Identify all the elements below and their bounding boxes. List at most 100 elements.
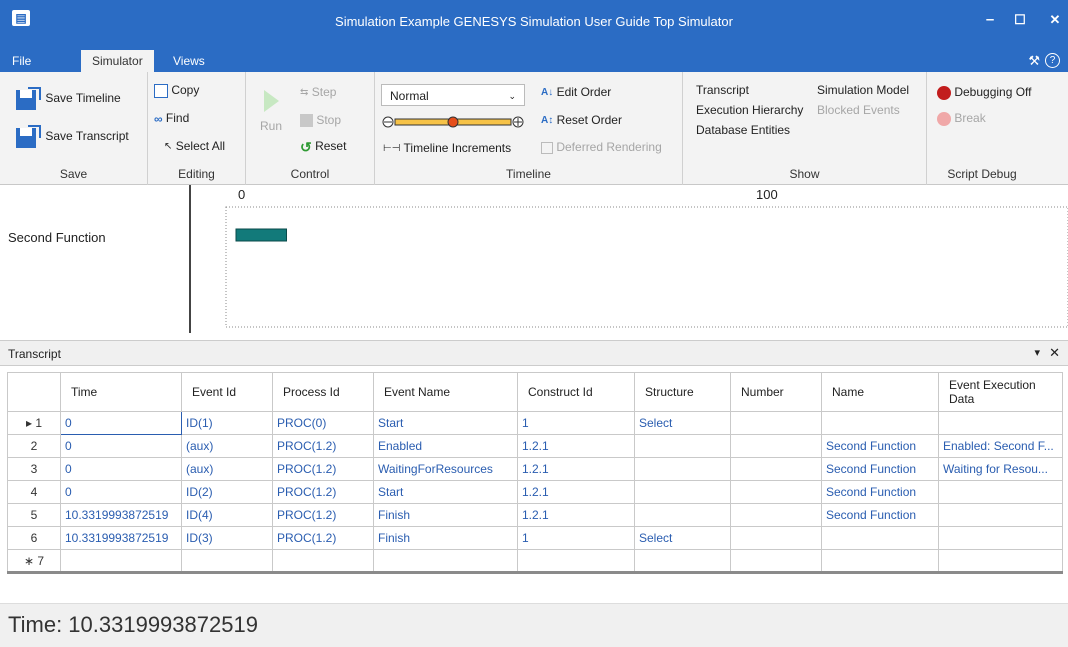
- cell-construct-id[interactable]: 1: [517, 411, 635, 435]
- cell-name[interactable]: [821, 549, 939, 573]
- cell-event-name[interactable]: Enabled: [373, 434, 518, 458]
- cell-number[interactable]: [730, 457, 822, 481]
- cell-structure[interactable]: [634, 503, 731, 527]
- find-button[interactable]: ∞ Find: [154, 110, 189, 127]
- row-header[interactable]: 6: [7, 526, 61, 550]
- column-header[interactable]: Process Id: [272, 372, 374, 412]
- cell-structure[interactable]: Select: [634, 411, 731, 435]
- select-all-button[interactable]: ↖ Select All: [164, 138, 225, 155]
- cell-name[interactable]: Second Function: [821, 480, 939, 504]
- row-header[interactable]: ∗ 7: [7, 549, 61, 573]
- cell-event-name[interactable]: Start: [373, 411, 518, 435]
- cell-name[interactable]: Second Function: [821, 503, 939, 527]
- row-header[interactable]: 4: [7, 480, 61, 504]
- cell-event-name[interactable]: [373, 549, 518, 573]
- cell-construct-id[interactable]: 1: [517, 526, 635, 550]
- step-button[interactable]: ⇆ Step: [300, 84, 336, 101]
- cell-time[interactable]: 0: [60, 434, 182, 458]
- cell-event-id[interactable]: ID(2): [181, 480, 273, 504]
- column-header[interactable]: Name: [821, 372, 939, 412]
- column-header[interactable]: Event Execution Data: [938, 372, 1063, 412]
- cell-number[interactable]: [730, 503, 822, 527]
- copy-button[interactable]: Copy: [154, 82, 199, 98]
- cell-process-id[interactable]: PROC(1.2): [272, 480, 374, 504]
- cell-time[interactable]: 0: [60, 480, 182, 504]
- cell-construct-id[interactable]: 1.2.1: [517, 457, 635, 481]
- column-header[interactable]: Structure: [634, 372, 731, 412]
- tab-views[interactable]: Views: [162, 50, 216, 72]
- cell-event-name[interactable]: Finish: [373, 503, 518, 527]
- debugging-toggle-button[interactable]: Debugging Off: [937, 84, 1032, 100]
- cell-process-id[interactable]: PROC(1.2): [272, 434, 374, 458]
- cell-process-id[interactable]: PROC(1.2): [272, 457, 374, 481]
- cell-exec[interactable]: [938, 503, 1063, 527]
- table-row[interactable]: ▸ 1 0 ID(1) PROC(0) Start 1 Select: [7, 411, 1063, 435]
- speed-slider[interactable]: [381, 114, 525, 130]
- cell-number[interactable]: [730, 434, 822, 458]
- transcript-close-icon[interactable]: ✕: [1049, 345, 1060, 361]
- maximize-button[interactable]: ☐: [1005, 9, 1035, 31]
- second-function-bar[interactable]: [235, 228, 288, 242]
- tab-file[interactable]: File: [1, 50, 42, 72]
- cell-number[interactable]: [730, 549, 822, 573]
- edit-order-button[interactable]: A↓ Edit Order: [541, 84, 611, 101]
- cell-time[interactable]: 0: [60, 411, 182, 435]
- cell-structure[interactable]: [634, 457, 731, 481]
- cell-time[interactable]: 10.3319993872519: [60, 503, 182, 527]
- cell-structure[interactable]: [634, 480, 731, 504]
- cell-event-name[interactable]: Start: [373, 480, 518, 504]
- cell-time[interactable]: 0: [60, 457, 182, 481]
- cell-number[interactable]: [730, 526, 822, 550]
- cell-event-name[interactable]: Finish: [373, 526, 518, 550]
- column-header[interactable]: Construct Id: [517, 372, 635, 412]
- dropdown-icon[interactable]: ▾: [1034, 346, 1040, 359]
- table-row[interactable]: 5 10.3319993872519 ID(4) PROC(1.2) Finish 1.2…: [7, 503, 1063, 527]
- slider-thumb[interactable]: [447, 116, 459, 128]
- cell-event-id[interactable]: ID(4): [181, 503, 273, 527]
- cell-exec[interactable]: Waiting for Resou...: [938, 457, 1063, 481]
- cell-construct-id[interactable]: 1.2.1: [517, 434, 635, 458]
- cell-structure[interactable]: [634, 549, 731, 573]
- cell-event-id[interactable]: [181, 549, 273, 573]
- cell-process-id[interactable]: [272, 549, 374, 573]
- cell-process-id[interactable]: PROC(1.2): [272, 503, 374, 527]
- cell-name[interactable]: [821, 526, 939, 550]
- break-button[interactable]: Break: [937, 110, 986, 126]
- column-header[interactable]: Event Id: [181, 372, 273, 412]
- cell-exec[interactable]: Enabled: Second F...: [938, 434, 1063, 458]
- cell-number[interactable]: [730, 480, 822, 504]
- stop-button[interactable]: Stop: [300, 112, 341, 128]
- cell-process-id[interactable]: PROC(0): [272, 411, 374, 435]
- save-transcript-button[interactable]: Save Transcript: [14, 124, 129, 150]
- table-row[interactable]: 2 0 (aux) PROC(1.2) Enabled 1.2.1 Second Funct…: [7, 434, 1063, 458]
- table-row[interactable]: 6 10.3319993872519 ID(3) PROC(1.2) Finish 1 Se…: [7, 526, 1063, 550]
- cell-event-id[interactable]: ID(3): [181, 526, 273, 550]
- column-header[interactable]: Time: [60, 372, 182, 412]
- cell-exec[interactable]: [938, 549, 1063, 573]
- show-transcript-button[interactable]: Transcript: [696, 82, 749, 98]
- cell-name[interactable]: Second Function: [821, 434, 939, 458]
- cell-structure[interactable]: Select: [634, 526, 731, 550]
- cell-event-id[interactable]: ID(1): [181, 411, 273, 435]
- run-button[interactable]: Run: [260, 88, 282, 134]
- close-button[interactable]: ✕: [1040, 9, 1068, 31]
- cell-construct-id[interactable]: 1.2.1: [517, 503, 635, 527]
- cell-name[interactable]: Second Function: [821, 457, 939, 481]
- cell-exec[interactable]: [938, 480, 1063, 504]
- table-row[interactable]: 3 0 (aux) PROC(1.2) WaitingForResources 1.2.1…: [7, 457, 1063, 481]
- column-header[interactable]: Number: [730, 372, 822, 412]
- save-timeline-button[interactable]: Save Timeline: [14, 86, 121, 112]
- table-row[interactable]: ∗ 7: [7, 549, 1063, 573]
- cell-construct-id[interactable]: 1.2.1: [517, 480, 635, 504]
- cell-exec[interactable]: [938, 526, 1063, 550]
- show-database-entities-button[interactable]: Database Entities: [696, 122, 790, 138]
- table-row[interactable]: 4 0 ID(2) PROC(1.2) Start 1.2.1 Second Functio…: [7, 480, 1063, 504]
- row-header[interactable]: ▸ 1: [7, 411, 61, 435]
- minimize-button[interactable]: –: [975, 9, 1005, 31]
- pin-ribbon-icon[interactable]: ⚒: [1028, 53, 1040, 69]
- cell-construct-id[interactable]: [517, 549, 635, 573]
- timeline-increments-button[interactable]: ⊢⊣ Timeline Increments: [383, 140, 511, 157]
- deferred-rendering-button[interactable]: Deferred Rendering: [541, 139, 662, 155]
- row-header[interactable]: 5: [7, 503, 61, 527]
- show-blocked-events-button[interactable]: Blocked Events: [817, 102, 900, 118]
